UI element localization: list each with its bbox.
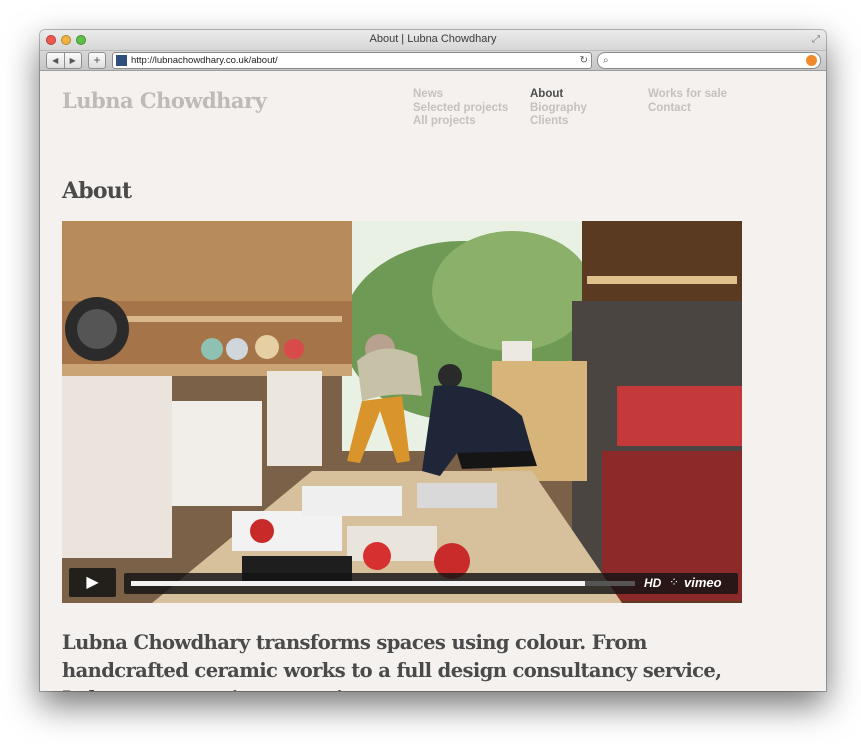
nav-link-news[interactable]: News [413,88,508,102]
video-frame [62,221,742,603]
search-input[interactable]: ⌕ [597,52,821,69]
nav-column-3: Works for sale Contact [648,88,727,115]
title-bar: About | Lubna Chowdhary ⤢ [40,30,826,51]
progress-track[interactable] [131,581,635,586]
fullscreen-icon[interactable]: ⤢ [812,34,820,45]
nav-link-all-projects[interactable]: All projects [413,115,508,129]
web-page: Lubna Chowdhary News Selected projects A… [40,71,826,691]
intro-paragraph: Lubna Chowdhary transforms spaces using … [62,631,722,691]
play-button[interactable]: ▶ [69,568,116,597]
nav-column-2: About Biography Clients [530,88,587,129]
history-buttons: ◀ ▶ [46,52,82,69]
vimeo-logo[interactable]: vimeo [684,575,722,590]
hd-toggle[interactable]: HD [644,576,661,590]
url-text[interactable]: http://lubnachowdhary.co.uk/about/ [131,53,278,68]
site-logo[interactable]: Lubna Chowdhary [62,88,267,113]
nav-link-selected-projects[interactable]: Selected projects [413,102,508,116]
search-engine-icon[interactable] [806,55,817,66]
nav-link-clients[interactable]: Clients [530,115,587,129]
browser-toolbar: ◀ ▶ + http://lubnachowdhary.co.uk/about/… [40,51,826,71]
add-tab-button[interactable]: + [88,52,106,69]
address-bar[interactable]: http://lubnachowdhary.co.uk/about/ ↻ [112,52,592,69]
nav-link-contact[interactable]: Contact [648,102,727,116]
fullscreen-expand-icon[interactable]: ⁘ [669,575,679,589]
nav-link-biography[interactable]: Biography [530,102,587,116]
favicon-icon [116,55,127,66]
nav-column-1: News Selected projects All projects [413,88,508,129]
reload-icon[interactable]: ↻ [580,53,588,68]
forward-button[interactable]: ▶ [65,53,82,68]
video-player[interactable]: ▶ HD ⁘ vimeo [62,221,742,603]
nav-link-works-for-sale[interactable]: Works for sale [648,88,727,102]
browser-window: About | Lubna Chowdhary ⤢ ◀ ▶ + http://l… [40,30,826,691]
page-title: About [62,178,132,204]
video-controls: HD ⁘ vimeo [124,573,738,594]
progress-fill [131,581,585,586]
back-button[interactable]: ◀ [47,53,65,68]
window-title: About | Lubna Chowdhary [369,33,497,45]
search-icon: ⌕ [603,55,609,66]
nav-link-about[interactable]: About [530,88,587,102]
